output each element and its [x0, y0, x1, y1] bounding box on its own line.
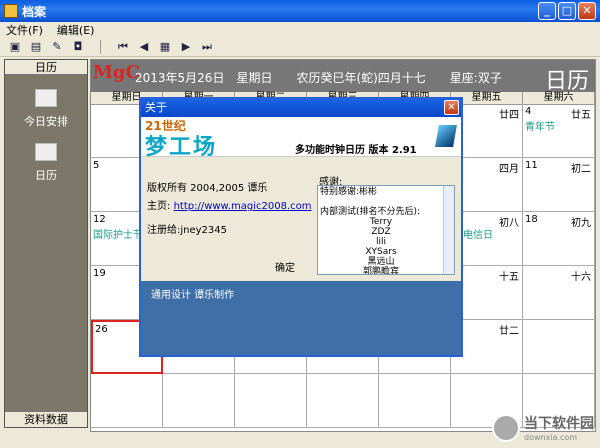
about-body: 版权所有 2004,2005 谭乐 主页: http://www.magic20… — [141, 157, 461, 281]
day-number: 11 — [525, 160, 538, 171]
mgc-logo: MgC — [93, 62, 140, 83]
watermark: 当下软件园 downxia.com — [492, 413, 594, 442]
lunar-date: 廿五 — [571, 110, 591, 121]
watermark-text: 当下软件园 — [524, 416, 594, 432]
day-number: 19 — [93, 268, 106, 279]
registered-text: 注册给:jney2345 — [147, 225, 228, 236]
prev-icon[interactable]: ◀ — [135, 39, 153, 55]
info-icon[interactable]: ◘ — [69, 39, 87, 55]
thanks-line: lili — [375, 237, 386, 247]
lunar-date: 十五 — [499, 272, 519, 283]
day-number: 5 — [93, 160, 100, 171]
day-number: 26 — [95, 324, 108, 335]
day-number: 12 — [93, 214, 106, 225]
lunar-date: 初八 — [499, 218, 519, 229]
lunar-date: 初二 — [571, 164, 591, 175]
book-icon — [35, 143, 57, 161]
toolbar-separator — [100, 39, 101, 54]
save-icon[interactable]: ▣ — [6, 39, 24, 55]
next-icon[interactable]: ▶ — [177, 39, 195, 55]
about-footer: 通用设计 谭乐制作 — [141, 281, 461, 355]
lunar-date: 四月 — [499, 164, 519, 175]
lunar-date: 廿四 — [499, 110, 519, 121]
about-banner: 21世纪 梦工场 多功能时钟日历 版本 2.91 — [141, 117, 461, 160]
calendar-icon[interactable]: ▦ — [156, 39, 174, 55]
festival-label: 国际护士节 — [93, 230, 143, 241]
app-icon — [4, 4, 18, 18]
thanks-line — [320, 197, 442, 207]
day-cell[interactable]: 11 初二 — [523, 158, 595, 212]
day-cell[interactable] — [163, 374, 235, 428]
window-titlebar[interactable]: 档案 _ □ ✕ — [0, 0, 600, 22]
thanks-line: 黑远山 — [367, 257, 395, 267]
footer-text: 通用设计 谭乐制作 — [151, 290, 235, 301]
menu-bar: 文件(F) 编辑(E) — [0, 22, 600, 37]
about-dialog: 关于 ✕ 21世纪 梦工场 多功能时钟日历 版本 2.91 版权所有 2004,… — [139, 97, 463, 357]
day-cell[interactable] — [307, 374, 379, 428]
about-titlebar: 关于 ✕ — [141, 99, 461, 117]
lunar-date: 十六 — [571, 272, 591, 283]
edit-icon[interactable]: ✎ — [48, 39, 66, 55]
thanks-line: XYSars — [365, 247, 397, 257]
first-icon[interactable]: ⏮ — [114, 39, 132, 55]
lunar-date: 廿二 — [499, 326, 519, 337]
today-schedule-label: 今日安排 — [24, 115, 68, 128]
thanks-line: 内部测试(排名不分先后): — [320, 207, 421, 217]
homepage-label: 主页: — [147, 201, 171, 212]
about-title: 关于 — [145, 101, 167, 114]
menu-edit[interactable]: 编辑(E) — [57, 22, 95, 38]
book-icon — [35, 89, 57, 107]
day-cell[interactable]: 4 廿五青年节 — [523, 104, 595, 158]
last-icon[interactable]: ⏭ — [198, 39, 216, 55]
calendar-item[interactable]: 日历 — [5, 143, 87, 183]
day-cell[interactable] — [235, 374, 307, 428]
left-panel: 日历 今日安排 日历 资料数据 — [4, 59, 88, 428]
today-schedule-item[interactable]: 今日安排 — [5, 89, 87, 129]
calendar-big-title: 日历 — [544, 69, 589, 94]
open-icon[interactable]: ▤ — [27, 39, 45, 55]
lunar-date: 初九 — [571, 218, 591, 229]
window-title: 档案 — [22, 4, 47, 19]
day-cell[interactable]: 十六 — [523, 266, 595, 320]
about-close-button[interactable]: ✕ — [444, 100, 459, 115]
day-cell[interactable] — [379, 374, 451, 428]
homepage-link[interactable]: http://www.magic2008.com — [174, 201, 312, 212]
maximize-button[interactable]: □ — [558, 2, 576, 20]
date-info: 2013年5月26日 星期日 农历癸巳年(蛇)四月十七 星座:双子 — [135, 71, 502, 85]
toolbar: ▣ ▤ ✎ ◘ ⏮ ◀ ▦ ▶ ⏭ — [0, 37, 600, 57]
watermark-sub: downxia.com — [524, 433, 578, 442]
day-number: 4 — [525, 106, 532, 117]
festival-label: 青年节 — [525, 122, 555, 133]
close-button[interactable]: ✕ — [578, 2, 596, 20]
copyright-text: 版权所有 2004,2005 谭乐 — [147, 183, 268, 194]
day-cell[interactable] — [523, 320, 595, 374]
day-cell[interactable] — [91, 374, 163, 428]
thanks-scrollbar[interactable] — [443, 186, 454, 274]
product-version: 多功能时钟日历 版本 2.91 — [295, 145, 417, 156]
menu-file[interactable]: 文件(F) — [6, 22, 43, 38]
day-number: 18 — [525, 214, 538, 225]
thanks-line: Terry — [369, 217, 393, 227]
gem-icon — [435, 125, 457, 147]
thanks-list[interactable]: 特别感谢:彬彬 内部测试(排名不分先后): Terry ZDZ lili XYSars 黑… — [317, 185, 455, 275]
data-button[interactable]: 资料数据 — [5, 411, 87, 427]
day-cell[interactable]: 18 初九 — [523, 212, 595, 266]
calendar-label: 日历 — [35, 169, 57, 182]
left-header[interactable]: 日历 — [5, 60, 87, 75]
thanks-line: 郭鹏瞻宾 — [362, 267, 399, 275]
thanks-line: ZDZ — [371, 227, 391, 237]
ok-button[interactable]: 确定 — [275, 259, 295, 274]
thanks-line: 特别感谢:彬彬 — [320, 187, 378, 197]
calendar-header: MgC 2013年5月26日 星期日 农历癸巳年(蛇)四月十七 星座:双子 日历 — [91, 60, 595, 94]
minimize-button[interactable]: _ — [538, 2, 556, 20]
download-icon — [492, 413, 520, 442]
